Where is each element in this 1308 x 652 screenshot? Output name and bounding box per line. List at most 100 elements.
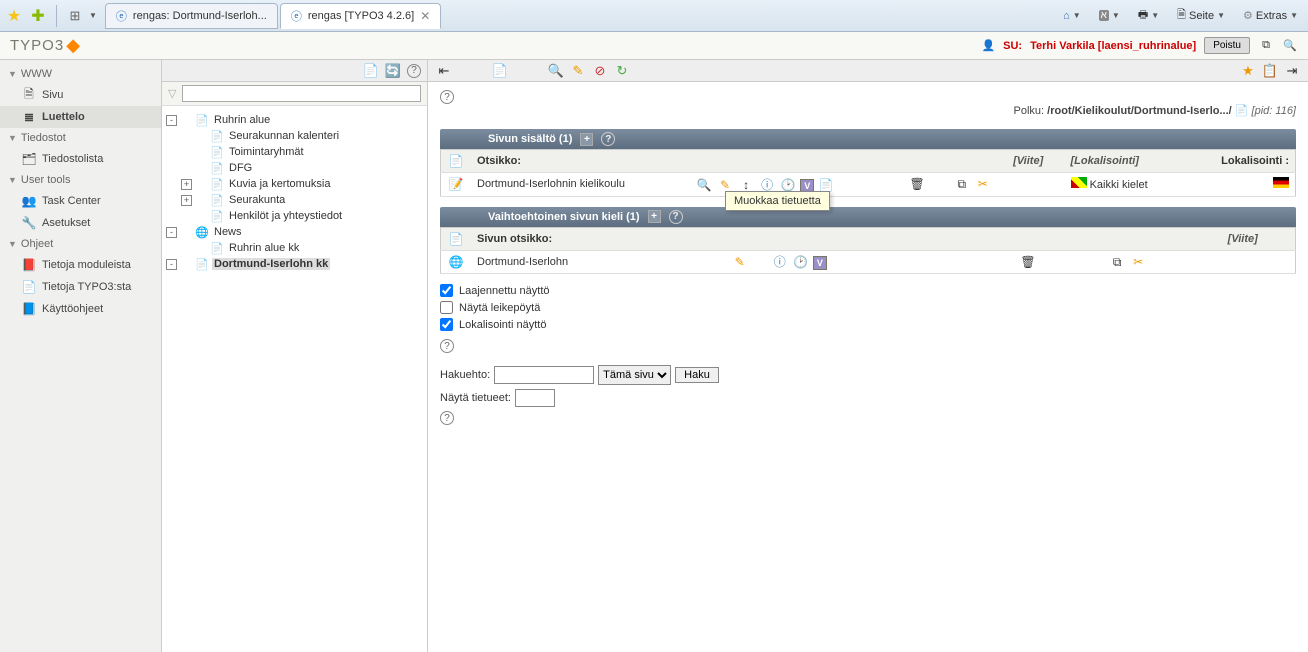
reload-icon[interactable]: ↻ [614,63,630,79]
module-item-sivu[interactable]: 🗎Sivu [0,84,161,106]
dropdown-arrow-icon[interactable]: ▼ [89,11,97,20]
tree-node[interactable]: -🌐News [166,224,423,240]
print-button[interactable]: 🖶▼ [1132,4,1165,27]
tree-filter-input[interactable] [182,85,421,102]
cut-icon[interactable]: ✂ [1130,254,1146,270]
info-icon[interactable]: ⓘ [772,254,788,270]
module-item-taskcenter[interactable]: 👥Task Center [0,190,161,212]
page-id: [pid: 116] [1252,105,1296,117]
module-item-luettelo[interactable]: ≣Luettelo [0,106,161,128]
tree-node[interactable]: 📄Henkilöt ja yhteystiedot [166,208,423,224]
module-item-t3info[interactable]: 📄Tietoja TYPO3:sta [0,276,161,298]
edit-icon[interactable]: ✎ [732,254,748,270]
tree-toggle-icon[interactable]: - [166,227,177,238]
tree-node[interactable]: 📄DFG [166,160,423,176]
expand-section-icon[interactable]: + [648,210,661,223]
option-localization[interactable]: Lokalisointi näyttö [440,318,1296,331]
version-badge[interactable]: V [813,256,827,270]
view-icon[interactable]: 🔍 [548,63,564,79]
shortcut-icon[interactable]: ★ [1240,63,1256,79]
help-icon[interactable]: ? [601,132,615,146]
help-icon[interactable]: ? [440,339,454,353]
logout-button[interactable]: Poistu [1204,37,1250,54]
record-title[interactable]: Dortmund-Iserlohn [471,250,725,274]
tree-toggle-icon[interactable]: + [181,195,192,206]
feed-button[interactable]: א▼ [1093,8,1126,23]
expand-section-icon[interactable]: + [580,133,593,146]
record-title[interactable]: Dortmund-Iserlohnin kielikoulu [471,173,689,197]
module-group-www[interactable]: ▼WWW [0,64,161,84]
tree-node[interactable]: 📄Seurakunnan kalenteri [166,128,423,144]
home-button[interactable]: ⌂▼ [1057,8,1087,24]
add-favorites-icon[interactable]: ✚ [28,6,48,26]
tools-menu[interactable]: ⚙Extras▼ [1237,7,1304,24]
help-icon[interactable]: ? [440,90,454,104]
page-icon: 📄 [210,129,224,143]
copy-icon[interactable]: ⧉ [954,177,970,193]
module-group-tiedostot[interactable]: ▼Tiedostot [0,128,161,148]
copy-icon[interactable]: ⧉ [1109,254,1125,270]
tree-toggle-icon[interactable]: - [166,115,177,126]
help-icon[interactable]: ? [407,64,421,78]
path-link[interactable]: /root/Kielikoulut/Dortmund-Iserlo.../ [1047,105,1232,117]
tree-node[interactable]: -📄Ruhrin alue [166,112,423,128]
search-button[interactable]: Haku [675,367,719,383]
module-group-ohjeet[interactable]: ▼Ohjeet [0,234,161,254]
refresh-tree-icon[interactable]: 🔄 [385,63,401,79]
tree-toggle-icon[interactable]: - [166,259,177,270]
module-icon: 📄 [22,280,36,294]
cut-icon[interactable]: ✂ [975,176,991,192]
csv-export-icon[interactable]: 📋 [1262,63,1278,79]
new-content-icon[interactable]: 📄 [448,153,464,169]
collapse-left-icon[interactable]: ⇤ [436,63,452,79]
search-scope-select[interactable]: Tämä sivu [598,365,671,385]
expand-right-icon[interactable]: ⇥ [1284,63,1300,79]
module-item-modinfo[interactable]: 📕Tietoja moduleista [0,254,161,276]
tree-toggle-icon[interactable]: + [181,179,192,190]
delete-icon[interactable]: 🗑 [909,176,925,192]
globe-icon[interactable]: 🌐 [448,254,464,270]
thumbnails-icon[interactable]: ⊞ [65,6,85,26]
new-record-icon[interactable]: 📄 [448,231,464,247]
search-icon[interactable]: 🔍 [1282,38,1298,54]
delete-icon[interactable]: 🗑 [1020,254,1036,270]
module-icon: 👥 [22,194,36,208]
history-icon[interactable]: 🕑 [793,254,809,270]
new-record-icon[interactable]: 📄 [492,63,508,79]
checkbox-extended[interactable] [440,284,453,297]
new-page-icon[interactable]: 📄 [363,63,379,79]
tree-node[interactable]: 📄Ruhrin alue kk [166,240,423,256]
tree-node[interactable]: +📄Seurakunta [166,192,423,208]
view-icon[interactable]: 🔍 [696,177,712,193]
open-new-window-icon[interactable]: ⧉ [1258,38,1274,54]
tree-node[interactable]: +📄Kuvia ja kertomuksia [166,176,423,192]
tree-node[interactable]: 📄Toimintaryhmät [166,144,423,160]
page-menu[interactable]: 🗎Seite▼ [1171,4,1231,27]
option-clipboard[interactable]: Näytä leikepöytä [440,301,1296,314]
content-type-icon[interactable]: 📝 [448,176,464,192]
help-icon[interactable]: ? [669,210,683,224]
checkbox-localization[interactable] [440,318,453,331]
browser-tab-inactive[interactable]: ⓔ rengas: Dortmund-Iserloh... [105,3,278,29]
module-group-usertools[interactable]: ▼User tools [0,170,161,190]
tab-close-icon[interactable]: ✕ [420,9,430,23]
checkbox-clipboard[interactable] [440,301,453,314]
col-header-ref: [Viite] [1007,150,1064,173]
filter-icon[interactable]: ▽ [168,87,176,100]
show-records-input[interactable] [515,389,555,407]
cache-clear-icon[interactable]: ⊘ [592,63,608,79]
tree-node[interactable]: -📄Dortmund-Iserlohn kk [166,256,423,272]
lang-flag-de[interactable] [1273,177,1289,188]
module-item-manual[interactable]: 📘Käyttöohjeet [0,298,161,320]
option-extended-view[interactable]: Laajennettu näyttö [440,284,1296,297]
su-label: SU: [1003,40,1022,52]
section-page-content: Sivun sisältö (1) + ? 📄 Otsikko: [Viite]… [440,129,1296,197]
module-item-tiedostolista[interactable]: 🗂Tiedostolista [0,148,161,170]
favorites-star-icon[interactable]: ★ [4,6,24,26]
info-icon[interactable]: ⓘ [759,176,775,192]
search-input[interactable] [494,366,594,384]
browser-tab-active[interactable]: ⓔ rengas [TYPO3 4.2.6] ✕ [280,3,441,29]
help-icon[interactable]: ? [440,411,454,425]
module-item-asetukset[interactable]: 🔧Asetukset [0,212,161,234]
edit-page-icon[interactable]: ✎ [570,63,586,79]
